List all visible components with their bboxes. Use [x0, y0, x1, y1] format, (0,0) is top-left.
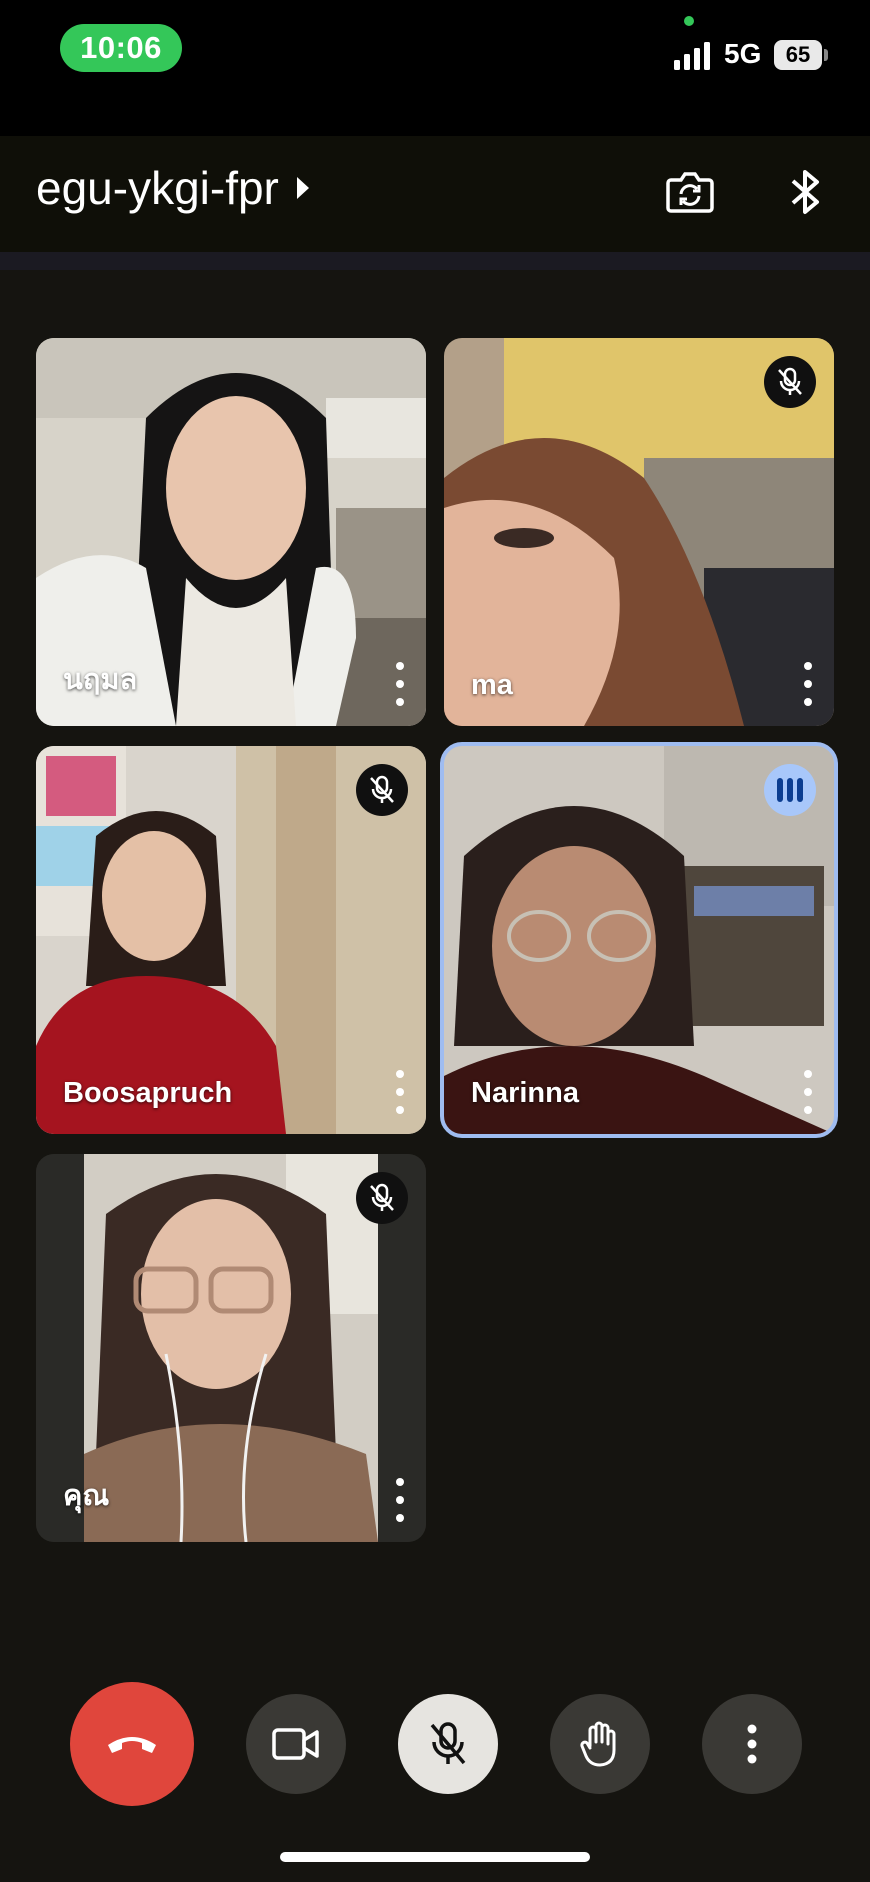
- cellular-signal-icon: [674, 42, 710, 70]
- participant-menu-button[interactable]: [796, 1070, 820, 1114]
- more-vertical-icon: [747, 1724, 757, 1764]
- chevron-right-icon: [296, 177, 309, 199]
- participant-name: Boosapruch: [63, 1077, 233, 1109]
- dot: [804, 1088, 812, 1096]
- dot: [396, 698, 404, 706]
- end-call-button[interactable]: [70, 1682, 194, 1806]
- participant-menu-button[interactable]: [388, 1478, 412, 1522]
- participant-name: Narinna: [471, 1077, 579, 1109]
- mic-off-icon: [370, 1183, 394, 1211]
- battery-level: 65: [774, 40, 822, 70]
- participant-menu-button[interactable]: [796, 662, 820, 706]
- privacy-indicator-dot: [684, 16, 694, 26]
- mic-off-badge: [764, 356, 816, 408]
- microphone-toggle-button[interactable]: [398, 1694, 498, 1794]
- switch-camera-icon: [666, 172, 714, 213]
- participant-name: คุณ: [63, 1480, 110, 1512]
- participant-name: ma: [471, 669, 513, 701]
- mic-off-badge: [356, 1172, 408, 1224]
- dot: [804, 698, 812, 706]
- phone-hangup-icon: [108, 1737, 156, 1753]
- header-divider: [0, 252, 870, 270]
- dot: [804, 662, 812, 670]
- dot: [396, 1496, 404, 1504]
- participant-tile[interactable]: นฤมล: [36, 338, 426, 726]
- mic-off-icon: [430, 1722, 466, 1765]
- network-type: 5G: [724, 38, 762, 69]
- speaking-indicator: [764, 764, 816, 816]
- dot: [396, 680, 404, 688]
- self-view-tile[interactable]: คุณ: [36, 1154, 426, 1542]
- dot: [396, 1088, 404, 1096]
- participant-tile[interactable]: Boosapruch: [36, 746, 426, 1134]
- mic-off-icon: [778, 367, 802, 395]
- mic-off-badge: [356, 764, 408, 816]
- participant-menu-button[interactable]: [388, 662, 412, 706]
- battery-cap: [824, 49, 828, 61]
- bluetooth-audio-button[interactable]: [774, 160, 838, 224]
- dot: [396, 1478, 404, 1486]
- dot: [396, 1514, 404, 1522]
- dot: [804, 1106, 812, 1114]
- dot: [396, 1070, 404, 1078]
- bluetooth-icon: [791, 170, 819, 214]
- raise-hand-button[interactable]: [550, 1694, 650, 1794]
- switch-camera-button[interactable]: [658, 160, 722, 224]
- meeting-code: egu-ykgi-fpr: [36, 162, 279, 214]
- mic-off-icon: [370, 775, 394, 803]
- audio-bar: [797, 778, 803, 802]
- video-camera-icon: [272, 1728, 319, 1760]
- raise-hand-icon: [580, 1721, 616, 1767]
- participant-name: นฤมล: [63, 664, 138, 696]
- home-indicator[interactable]: [280, 1852, 590, 1862]
- meeting-title-button[interactable]: egu-ykgi-fpr: [36, 160, 309, 216]
- participant-menu-button[interactable]: [388, 1070, 412, 1114]
- status-bar: 10:06 5G 65: [0, 0, 870, 136]
- status-time: 10:06: [60, 24, 182, 72]
- camera-toggle-button[interactable]: [246, 1694, 346, 1794]
- dot: [396, 1106, 404, 1114]
- more-options-button[interactable]: [702, 1694, 802, 1794]
- dot: [804, 680, 812, 688]
- audio-bar: [777, 778, 783, 802]
- participant-tile[interactable]: ma: [444, 338, 834, 726]
- participant-tile-active-speaker[interactable]: Narinna: [440, 742, 838, 1138]
- dot: [804, 1070, 812, 1078]
- audio-bar: [787, 778, 793, 802]
- dot: [396, 662, 404, 670]
